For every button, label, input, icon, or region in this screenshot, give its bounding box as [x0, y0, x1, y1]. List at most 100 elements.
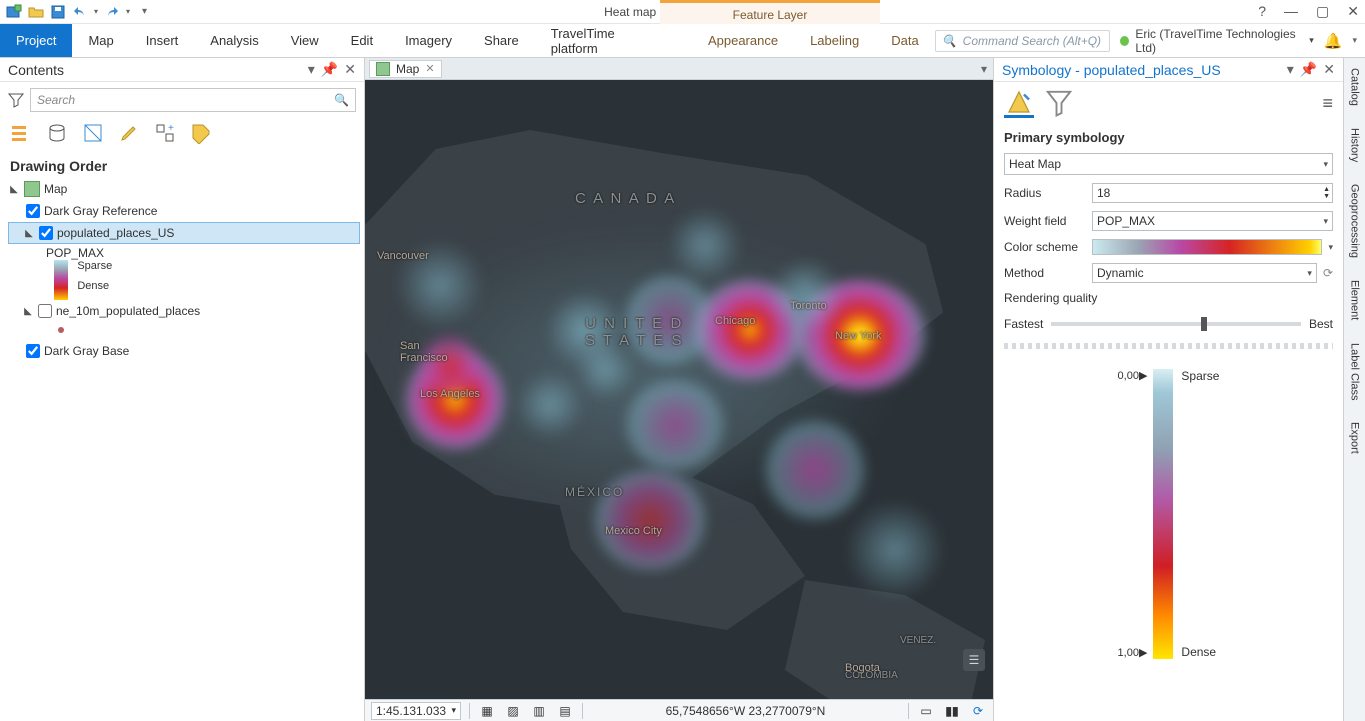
list-labeling-icon[interactable] [190, 122, 212, 144]
collapse-icon[interactable]: ◣ [22, 306, 34, 317]
command-search[interactable]: 🔍 Command Search (Alt+Q) [935, 30, 1111, 52]
layer-checkbox[interactable] [38, 304, 52, 318]
collapse-icon[interactable]: ◣ [8, 184, 20, 195]
filter-icon[interactable] [8, 92, 24, 108]
user-account[interactable]: Eric (TravelTime Technologies Ltd) ▾ [1120, 27, 1314, 55]
redo-icon[interactable] [104, 4, 120, 20]
vtab-geoprocessing[interactable]: Geoprocessing [1349, 180, 1361, 262]
tab-data[interactable]: Data [875, 24, 934, 57]
redo-dropdown-icon[interactable]: ▾ [126, 7, 130, 16]
basemap-credits-icon[interactable]: ☰ [963, 649, 985, 671]
map-label-sf: San Francisco [400, 340, 448, 364]
tab-analysis[interactable]: Analysis [194, 24, 274, 57]
tree-map-root[interactable]: ◣ Map [8, 178, 360, 200]
symbology-close-icon[interactable]: ✕ [1323, 61, 1335, 78]
symbology-options-icon[interactable]: ≡ [1322, 93, 1333, 114]
map-canvas[interactable]: C A N A D A U N I T E D S T A T E S MÉXI… [365, 80, 993, 699]
snap-inf-icon[interactable]: ▤ [556, 702, 574, 720]
tab-appearance[interactable]: Appearance [692, 24, 794, 57]
contents-search-placeholder: Search [37, 93, 75, 107]
vtab-labelclass[interactable]: Label Class [1349, 339, 1361, 404]
snap-grid-icon[interactable]: ▦ [478, 702, 496, 720]
symbology-type-dropdown[interactable]: Heat Map▾ [1004, 153, 1333, 175]
map-frame-icon [24, 181, 40, 197]
best-label: Best [1309, 317, 1333, 331]
map-view-container: Map ✕ ▾ [365, 58, 993, 721]
contents-pin-icon[interactable]: 📌 [321, 61, 338, 78]
primary-symbology-icon[interactable] [1004, 88, 1034, 118]
tab-share[interactable]: Share [468, 24, 535, 57]
map-label-toronto: Toronto [790, 300, 827, 312]
new-project-icon[interactable] [6, 4, 22, 20]
help-icon[interactable]: ? [1258, 3, 1266, 20]
undo-dropdown-icon[interactable]: ▾ [94, 7, 98, 16]
tab-traveltime[interactable]: TravelTime platform [535, 24, 674, 57]
open-project-icon[interactable] [28, 4, 44, 20]
map-label-chicago: Chicago [715, 315, 755, 327]
list-snapping-icon[interactable]: + [154, 122, 176, 144]
right-dock-tabs: Catalog History Geoprocessing Element La… [1343, 58, 1365, 721]
map-label-venez: VENEZ. [900, 635, 936, 646]
contents-close-icon[interactable]: ✕ [344, 61, 356, 78]
weight-field-dropdown[interactable]: POP_MAX▾ [1092, 211, 1333, 231]
color-scheme-picker[interactable] [1092, 239, 1322, 255]
layer-label: ne_10m_populated_places [56, 304, 200, 318]
contents-search[interactable]: Search 🔍 [30, 88, 356, 112]
collapse-icon[interactable]: ◣ [23, 228, 35, 239]
method-dropdown[interactable]: Dynamic▾ [1092, 263, 1317, 283]
legend-color-bar [1153, 369, 1173, 659]
vtab-history[interactable]: History [1349, 124, 1361, 166]
minimize-icon[interactable]: — [1284, 3, 1298, 20]
undo-icon[interactable] [72, 4, 88, 20]
layer-checkbox[interactable] [26, 344, 40, 358]
symbology-pin-icon[interactable]: 📌 [1300, 61, 1317, 78]
select-features-icon[interactable]: ▭ [917, 702, 935, 720]
layer-dark-gray-base[interactable]: Dark Gray Base [8, 340, 360, 362]
save-icon[interactable] [50, 4, 66, 20]
vtab-export[interactable]: Export [1349, 418, 1361, 458]
view-menu-icon[interactable]: ▾ [981, 62, 987, 76]
scale-input[interactable]: 1:45.131.033▾ [371, 702, 461, 720]
search-icon: 🔍 [334, 93, 349, 107]
notifications-icon[interactable]: 🔔 [1324, 32, 1343, 50]
vtab-catalog[interactable]: Catalog [1349, 64, 1361, 110]
layer-checkbox[interactable] [39, 226, 53, 240]
context-tab-group: Feature Layer [660, 0, 880, 24]
legend-tick-bot: 1,00▶ [1118, 646, 1148, 659]
qat-customize-icon[interactable]: ▾ [136, 6, 147, 17]
tab-labeling[interactable]: Labeling [794, 24, 875, 57]
symbology-menu-icon[interactable]: ▾ [1287, 61, 1294, 78]
refresh-method-icon[interactable]: ⟳ [1323, 266, 1333, 280]
color-scheme-dropdown-icon[interactable]: ▾ [1328, 242, 1333, 253]
snap-constr-icon[interactable]: ▨ [504, 702, 522, 720]
layer-populated-places-us[interactable]: ◣ populated_places_US [8, 222, 360, 244]
contents-menu-icon[interactable]: ▾ [308, 61, 315, 78]
layer-checkbox[interactable] [26, 204, 40, 218]
list-editing-icon[interactable] [118, 122, 140, 144]
pause-drawing-icon[interactable]: ▮▮ [943, 702, 961, 720]
vary-symbology-icon[interactable] [1044, 88, 1074, 118]
tab-imagery[interactable]: Imagery [389, 24, 468, 57]
map-view-tab[interactable]: Map ✕ [369, 60, 442, 78]
close-tab-icon[interactable]: ✕ [425, 62, 434, 75]
refresh-icon[interactable]: ⟳ [969, 702, 987, 720]
list-datasource-icon[interactable] [46, 122, 68, 144]
snap-corr-icon[interactable]: ▥ [530, 702, 548, 720]
notif-dropdown-icon[interactable]: ▾ [1352, 35, 1357, 46]
layer-ne10m[interactable]: ◣ ne_10m_populated_places [8, 300, 360, 322]
tab-view[interactable]: View [275, 24, 335, 57]
tab-edit[interactable]: Edit [335, 24, 389, 57]
tab-map[interactable]: Map [72, 24, 129, 57]
close-icon[interactable]: ✕ [1347, 3, 1359, 20]
radius-input[interactable]: 18▲▼ [1092, 183, 1333, 203]
tab-insert[interactable]: Insert [130, 24, 195, 57]
layer-dark-gray-reference[interactable]: Dark Gray Reference [8, 200, 360, 222]
primary-symbology-heading: Primary symbology [1004, 130, 1333, 145]
tree-map-label: Map [44, 182, 67, 196]
list-selection-icon[interactable] [82, 122, 104, 144]
list-drawing-order-icon[interactable] [10, 122, 32, 144]
quality-slider[interactable] [1051, 322, 1301, 326]
maximize-icon[interactable]: ▢ [1316, 3, 1329, 20]
vtab-element[interactable]: Element [1349, 276, 1361, 324]
tab-project[interactable]: Project [0, 24, 72, 57]
